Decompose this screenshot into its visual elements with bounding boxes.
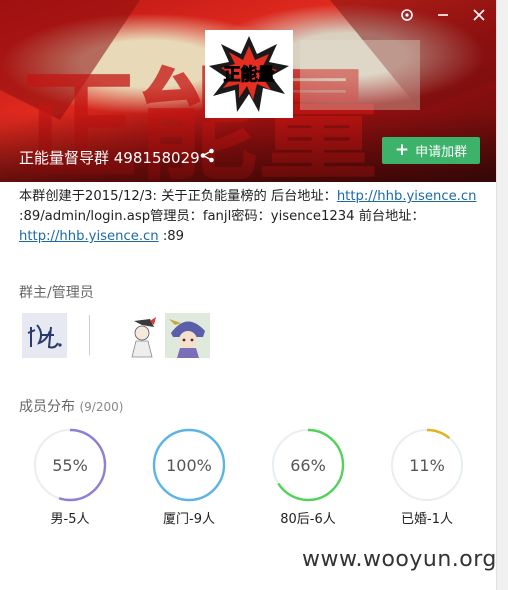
plus-icon: + — [394, 140, 410, 160]
description-text-3: :89 — [158, 229, 185, 244]
admin-divider — [89, 315, 90, 355]
admins-label: 群主/管理员 — [19, 285, 94, 301]
watermark-text: www.wooyun.org — [302, 547, 497, 572]
owner-avatar[interactable] — [22, 313, 67, 358]
stat-label: 已婚-1人 — [401, 512, 453, 527]
stat-label: 80后-6人 — [280, 512, 336, 527]
admin-avatar-1[interactable] — [120, 313, 165, 358]
stat-percent: 55% — [52, 455, 88, 475]
member-stat-0: 55% 男-5人 — [32, 427, 108, 527]
members-section-title: 成员分布 (9/200) — [19, 396, 123, 416]
stat-percent: 66% — [290, 455, 326, 475]
members-count: (9/200) — [79, 400, 124, 414]
description-text-2: :89/admin/login.asp管理员：fanjl密码：yisence12… — [19, 209, 425, 224]
members-label: 成员分布 — [19, 399, 75, 415]
group-avatar: 正能量 — [205, 30, 293, 118]
share-icon[interactable] — [200, 148, 215, 167]
group-profile-window: 正能量 正能量 正能量督导群 498158029 + 申请加群 本群创建于201… — [0, 0, 508, 590]
logo-text: 正能量 — [224, 64, 275, 85]
group-name: 正能量督导群 498158029 — [19, 149, 200, 167]
description-text-1: 本群创建于2015/12/3: 关于正负能量榜的 后台地址： — [19, 189, 337, 204]
member-stat-2: 66% 80后-6人 — [270, 427, 346, 527]
scrollbar[interactable] — [496, 0, 508, 590]
backend-link[interactable]: http://hhb.yisence.cn — [337, 189, 477, 204]
join-group-label: 申请加群 — [415, 145, 468, 160]
admin-avatar-2[interactable] — [165, 313, 210, 358]
stat-label: 厦门-9人 — [163, 512, 215, 527]
member-stat-1: 100% 厦门-9人 — [151, 427, 227, 527]
group-description: 本群创建于2015/12/3: 关于正负能量榜的 后台地址：http://hhb… — [19, 187, 481, 247]
stat-percent: 11% — [409, 455, 445, 475]
frontend-link[interactable]: http://hhb.yisence.cn — [19, 229, 159, 244]
minimize-icon[interactable] — [436, 8, 450, 25]
stat-label: 男-5人 — [50, 512, 90, 527]
member-stat-3: 11% 已婚-1人 — [389, 427, 465, 527]
close-icon[interactable] — [472, 8, 486, 25]
admins-section-title: 群主/管理员 — [19, 282, 94, 302]
pin-icon[interactable] — [400, 8, 414, 25]
join-group-button[interactable]: + 申请加群 — [382, 137, 480, 164]
stat-percent: 100% — [166, 455, 212, 475]
